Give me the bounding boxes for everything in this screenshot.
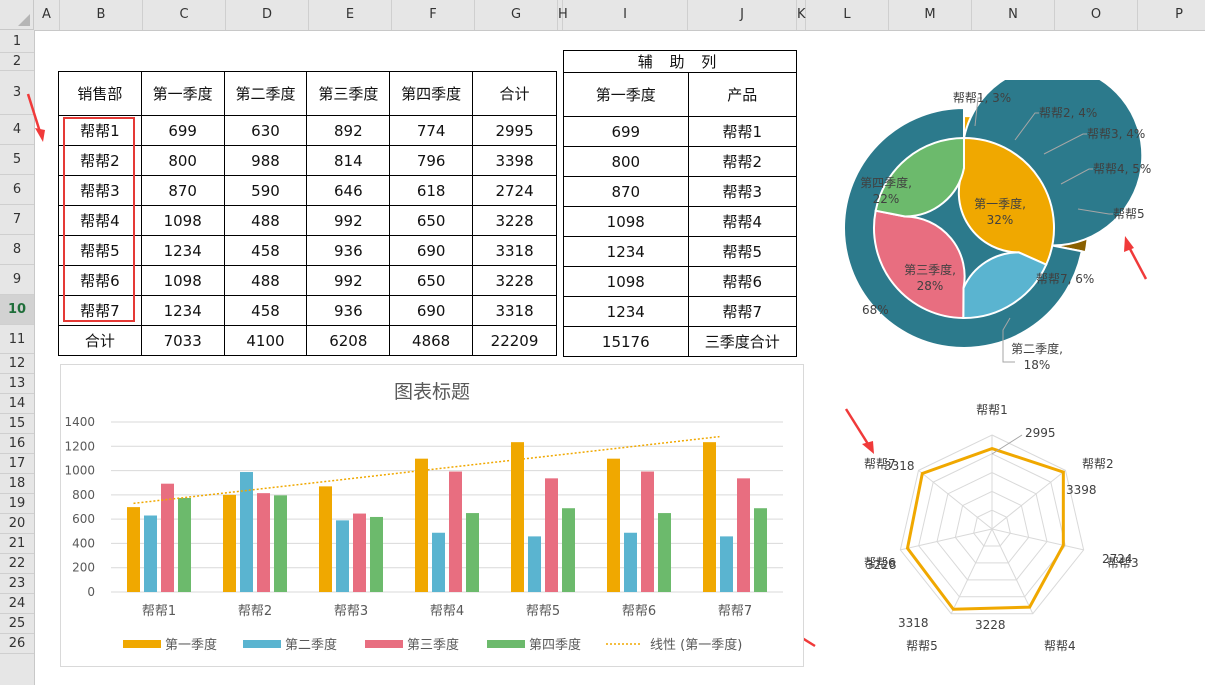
bar-帮帮3-第三季度[interactable]	[353, 513, 366, 592]
legend-label[interactable]: 第四季度	[529, 637, 581, 653]
doughnut-chart[interactable]: 第一季度, 32% 第二季度, 18% 第三季度, 28% 第四季度, 22% 帮帮1, 3% 帮…	[810, 80, 1205, 390]
radar-category-label: 帮帮1	[976, 403, 1008, 417]
legend-label[interactable]: 第二季度	[285, 637, 337, 653]
bar-帮帮3-第一季度[interactable]	[319, 486, 332, 592]
bar-帮帮6-第二季度[interactable]	[624, 532, 637, 592]
bar-帮帮1-第四季度[interactable]	[178, 498, 191, 592]
bar-帮帮7-第四季度[interactable]	[754, 508, 767, 592]
radar-value-label: 3228	[866, 558, 897, 572]
inner-pct: 18%	[1024, 358, 1051, 372]
outer-label: 帮帮7, 6%	[1036, 272, 1094, 286]
bar-帮帮5-第一季度[interactable]	[511, 442, 524, 592]
x-tick-label: 帮帮2	[238, 604, 272, 619]
bar-帮帮5-第三季度[interactable]	[545, 478, 558, 592]
x-tick-label: 帮帮1	[142, 604, 176, 619]
legend-label[interactable]: 线性 (第一季度)	[650, 637, 742, 653]
outer-label: 帮帮4, 5%	[1093, 162, 1151, 176]
radar-chart[interactable]: 帮帮1帮帮2帮帮3帮帮4帮帮5帮帮6帮帮72995339827243228331…	[820, 395, 1205, 685]
leader-line	[991, 434, 1023, 455]
x-tick-label: 帮帮4	[430, 604, 464, 619]
bar-帮帮1-第二季度[interactable]	[144, 515, 157, 593]
bar-帮帮4-第四季度[interactable]	[466, 513, 479, 592]
red-arrow-left	[26, 93, 45, 142]
chart-title: 图表标题	[394, 381, 470, 403]
radar-spoke	[991, 528, 1034, 614]
outer-label: 帮帮3, 4%	[1087, 127, 1145, 141]
legend-swatch	[123, 640, 161, 648]
y-tick-label: 800	[72, 488, 95, 502]
radar-category-label: 帮帮4	[1044, 639, 1076, 653]
y-tick-label: 1000	[64, 464, 95, 478]
x-tick-label: 帮帮6	[622, 604, 656, 619]
bar-帮帮7-第一季度[interactable]	[703, 442, 716, 592]
inner-label: 第一季度,	[974, 196, 1026, 211]
y-tick-label: 1400	[64, 415, 95, 429]
bar-chart[interactable]: 图表标题 0 200 400 600 800 1000 1200 1400 帮帮1 帮帮2 帮帮3 帮帮…	[60, 364, 804, 667]
radar-value-label: 3398	[1066, 483, 1097, 497]
outer-label: 帮帮1, 3%	[953, 91, 1011, 105]
y-tick-label: 1200	[64, 439, 95, 453]
y-tick-label: 400	[72, 536, 95, 550]
inner-pct: 28%	[917, 279, 944, 293]
inner-pct: 22%	[873, 192, 900, 206]
outer-label: 帮帮2, 4%	[1039, 106, 1097, 120]
outer-label: 68%	[862, 303, 889, 317]
bar-帮帮6-第四季度[interactable]	[658, 513, 671, 592]
inner-label: 第二季度,	[1011, 341, 1063, 356]
bar-帮帮2-第四季度[interactable]	[274, 495, 287, 592]
y-tick-label: 200	[72, 561, 95, 575]
bar-帮帮7-第二季度[interactable]	[720, 536, 733, 592]
bar-帮帮4-第三季度[interactable]	[449, 471, 462, 592]
radar-value-label: 3318	[884, 459, 915, 473]
radar-value-label: 2724	[1102, 552, 1133, 566]
bar-帮帮3-第四季度[interactable]	[370, 516, 383, 592]
bar-帮帮7-第三季度[interactable]	[737, 478, 750, 592]
bar-帮帮4-第二季度[interactable]	[432, 532, 445, 592]
x-tick-label: 帮帮7	[718, 604, 752, 619]
x-tick-label: 帮帮3	[334, 604, 368, 619]
inner-label: 第四季度,	[860, 175, 912, 190]
legend-label[interactable]: 第一季度	[165, 637, 217, 653]
radar-series[interactable]	[905, 446, 1065, 611]
radar-category-label: 帮帮2	[1082, 457, 1114, 471]
bar-帮帮5-第四季度[interactable]	[562, 508, 575, 592]
legend-swatch	[487, 640, 525, 648]
x-tick-label: 帮帮5	[526, 604, 560, 619]
legend-swatch	[243, 640, 281, 648]
legend-swatch	[365, 640, 403, 648]
bar-帮帮6-第三季度[interactable]	[641, 471, 654, 592]
radar-category-label: 帮帮5	[906, 639, 938, 653]
y-tick-label: 600	[72, 512, 95, 526]
y-tick-label: 0	[87, 585, 95, 599]
radar-spoke	[950, 528, 993, 614]
outer-label: 帮帮5	[1113, 207, 1145, 221]
bar-帮帮6-第一季度[interactable]	[607, 458, 620, 592]
bar-帮帮2-第一季度[interactable]	[223, 494, 236, 592]
bar-帮帮3-第二季度[interactable]	[336, 520, 349, 592]
legend-label[interactable]: 第三季度	[407, 637, 459, 653]
radar-value-label: 3228	[975, 618, 1006, 632]
inner-label: 第三季度,	[904, 262, 956, 277]
bar-帮帮4-第一季度[interactable]	[415, 458, 428, 592]
inner-pct: 32%	[987, 213, 1014, 227]
bar-帮帮5-第二季度[interactable]	[528, 536, 541, 592]
bar-帮帮1-第一季度[interactable]	[127, 507, 140, 592]
bar-帮帮2-第三季度[interactable]	[257, 493, 270, 592]
radar-value-label: 3318	[898, 616, 929, 630]
radar-value-label: 2995	[1025, 426, 1056, 440]
